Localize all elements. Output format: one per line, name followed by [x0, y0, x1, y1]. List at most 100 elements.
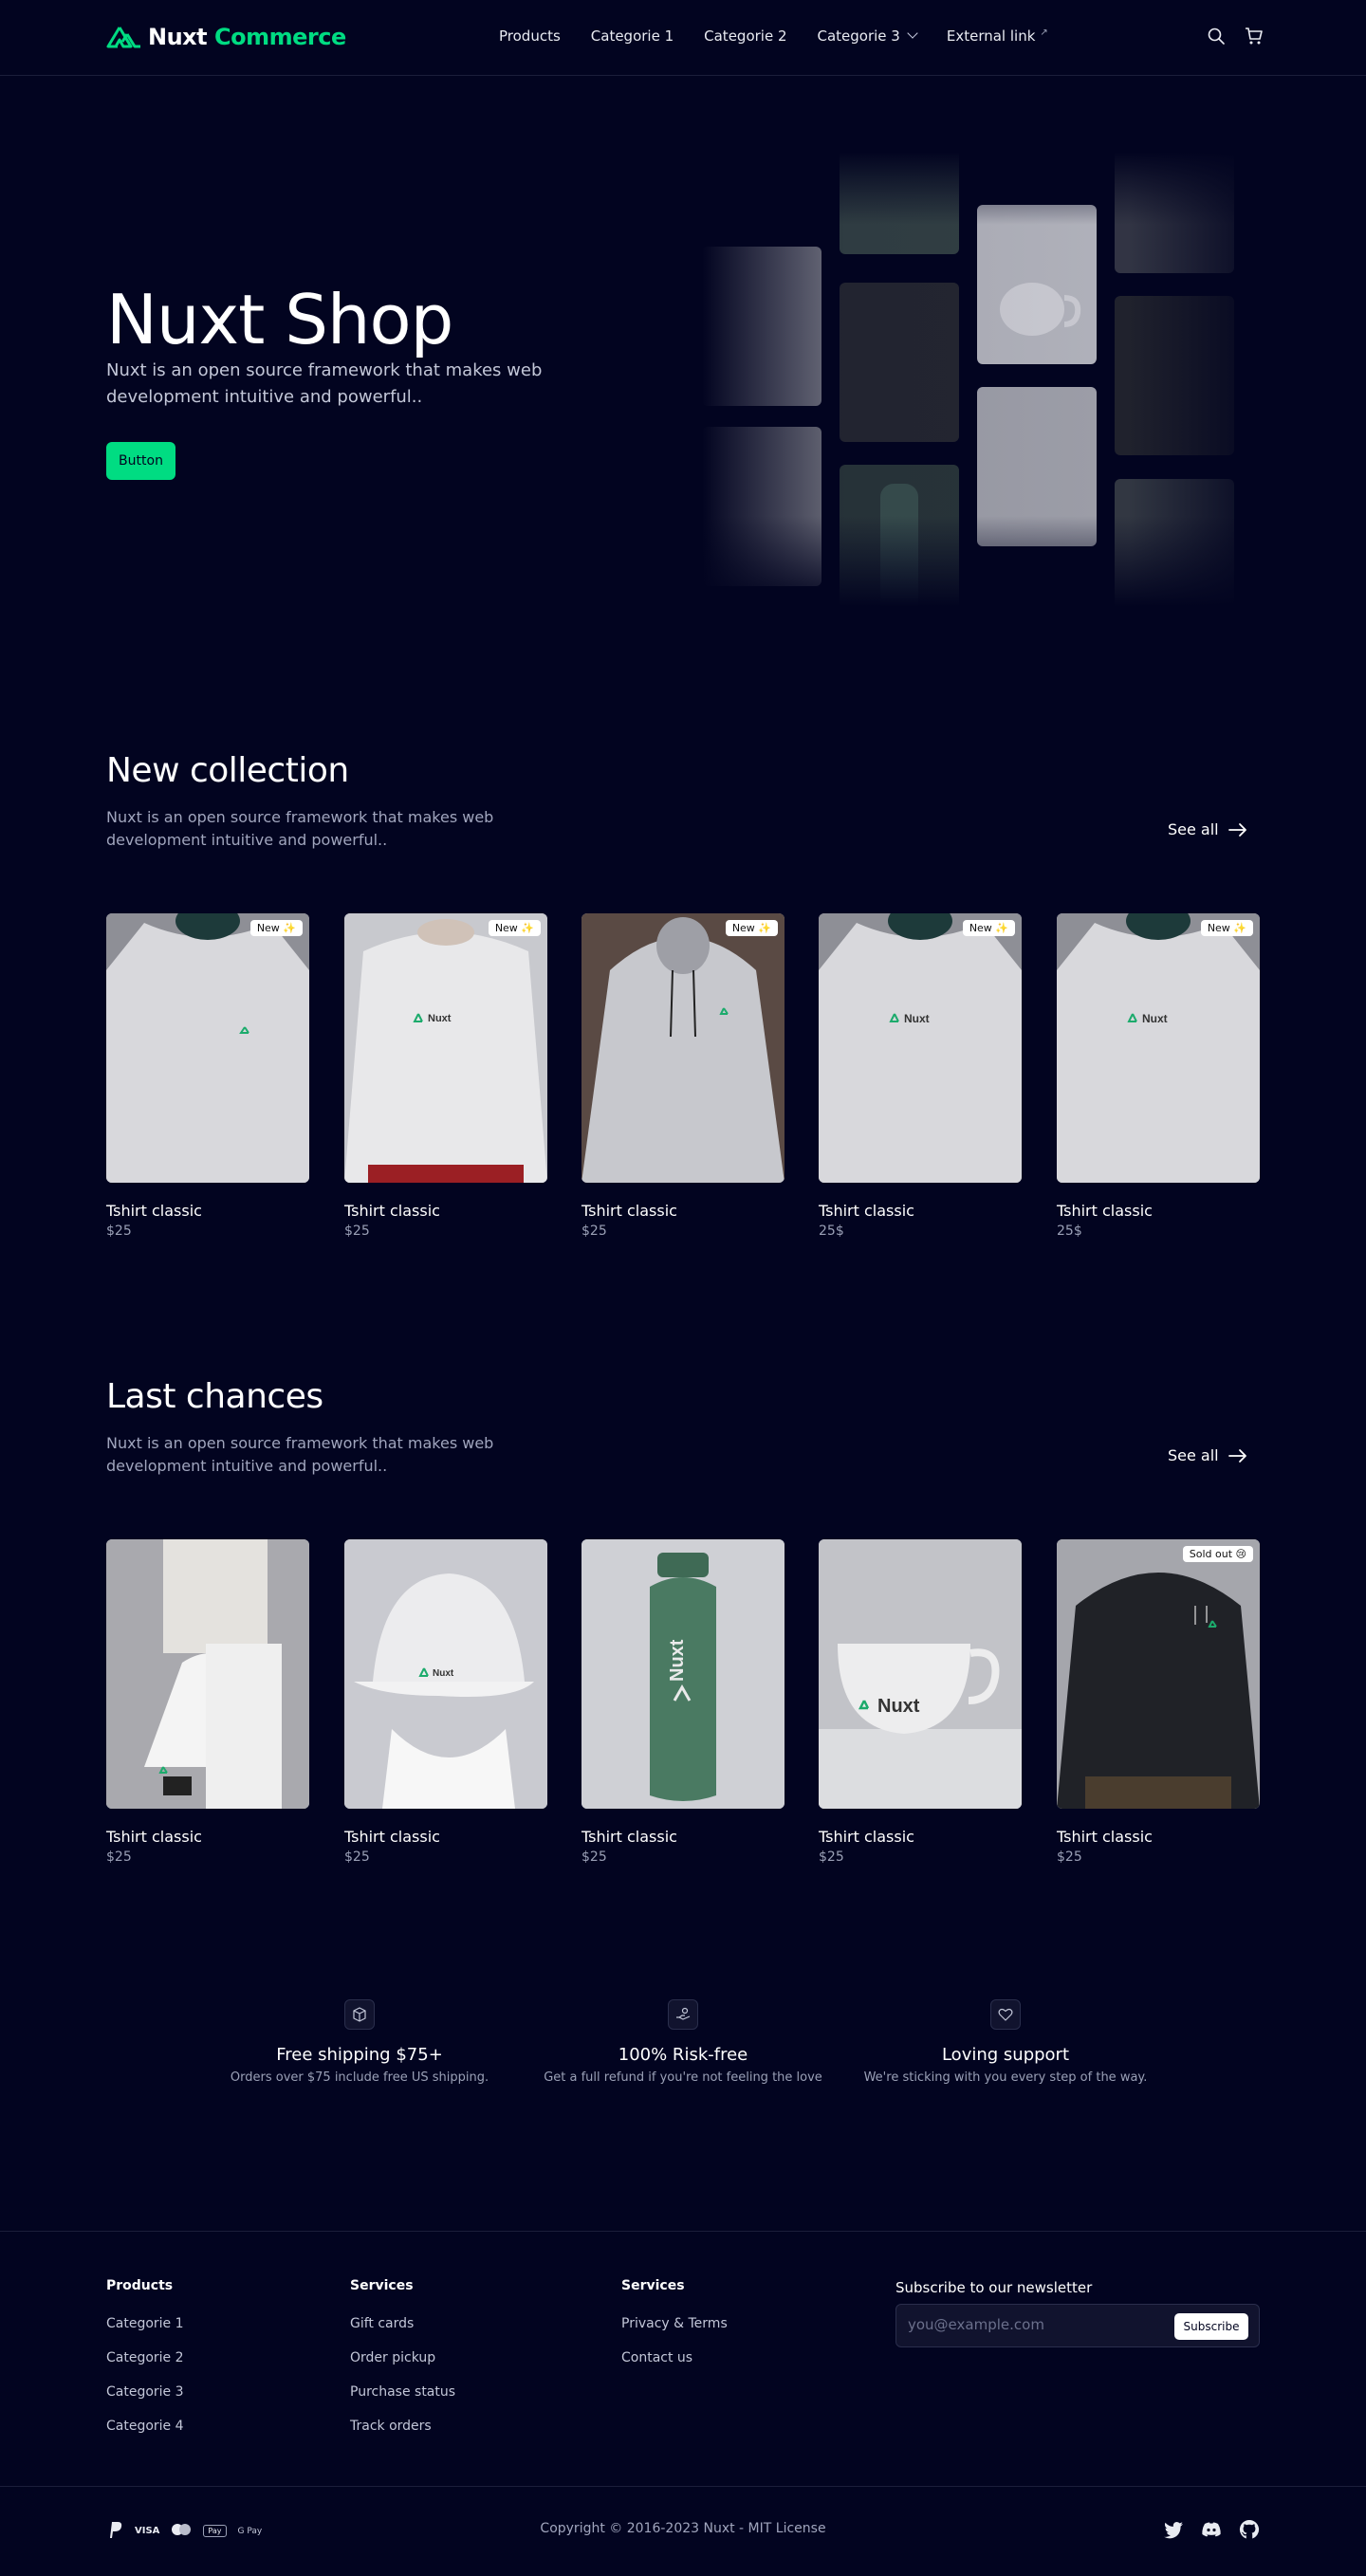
product-image: Nuxt New ✨ [819, 913, 1022, 1183]
header-actions [1207, 27, 1264, 46]
product-price: $25 [1057, 1849, 1082, 1865]
product-price: 25$ [1057, 1224, 1082, 1239]
product-name: Tshirt classic [581, 1202, 677, 1220]
feature-free-shipping: Free shipping $75+ Orders over $75 inclu… [208, 1999, 511, 2085]
product-image: Nuxt New ✨ [344, 913, 547, 1183]
feature-title: 100% Risk-free [618, 2045, 748, 2065]
product-card[interactable]: Sold out 😢 Tshirt classic $25 [1057, 1539, 1260, 1865]
brand-name-part2: Commerce [213, 24, 346, 50]
product-image: Nuxt [819, 1539, 1022, 1809]
last-chances-description: Nuxt is an open source framework that ma… [106, 1434, 494, 1475]
product-name: Tshirt classic [344, 1202, 440, 1220]
new-badge: New ✨ [1200, 920, 1253, 936]
footer-link[interactable]: Privacy & Terms [621, 2316, 728, 2331]
footer-column-heading: Products [106, 2278, 174, 2293]
newsletter-heading: Subscribe to our newsletter [895, 2279, 1093, 2296]
arrow-right-icon [1228, 1448, 1246, 1463]
nav-label: Categorie 1 [590, 28, 674, 45]
footer-column-services: Services Gift cards Order pickup Purchas… [350, 2278, 455, 2434]
new-badge: New ✨ [725, 920, 778, 936]
footer-link[interactable]: Gift cards [350, 2316, 455, 2331]
heart-icon [990, 1999, 1021, 2030]
footer-link[interactable]: Categorie 4 [106, 2419, 184, 2434]
product-image: New ✨ [106, 913, 309, 1183]
product-image [106, 1539, 309, 1809]
nav-external-link[interactable]: External link ↗ [946, 27, 1048, 46]
twitter-icon[interactable] [1163, 2519, 1184, 2540]
product-price: $25 [344, 1224, 370, 1239]
product-card[interactable]: Nuxt Tshirt classic $25 [819, 1539, 1022, 1865]
svg-text:Nuxt: Nuxt [904, 1012, 930, 1025]
product-card[interactable]: Nuxt New ✨ Tshirt classic 25$ [819, 913, 1022, 1239]
svg-text:Nuxt: Nuxt [428, 1013, 452, 1024]
product-card[interactable]: New ✨ Tshirt classic $25 [581, 913, 785, 1239]
footer-link[interactable]: Contact us [621, 2350, 728, 2365]
footer-link[interactable]: Purchase status [350, 2384, 455, 2400]
hero-product-mosaic [702, 152, 1271, 607]
product-price: $25 [344, 1849, 370, 1865]
chevron-down-icon [907, 28, 918, 39]
nav-label: External link [946, 28, 1036, 45]
nav-categorie-3[interactable]: Categorie 3 [818, 28, 918, 45]
discord-icon[interactable] [1201, 2519, 1222, 2540]
newsletter: Subscribe to our newsletter Subscribe [895, 2279, 1260, 2347]
main-nav: Products Categorie 1 Categorie 2 Categor… [499, 27, 1048, 46]
feature-risk-free: 100% Risk-free Get a full refund if you'… [531, 1999, 835, 2085]
footer-link[interactable]: Categorie 2 [106, 2350, 184, 2365]
feature-description: Orders over $75 include free US shipping… [230, 2070, 489, 2085]
product-name: Tshirt classic [106, 1828, 202, 1846]
nav-categorie-2[interactable]: Categorie 2 [704, 28, 786, 45]
product-card[interactable]: Tshirt classic $25 [106, 1539, 309, 1865]
new-collection-description: Nuxt is an open source framework that ma… [106, 808, 494, 849]
footer-link[interactable]: Categorie 3 [106, 2384, 184, 2400]
newsletter-email-input[interactable] [908, 2316, 1164, 2333]
product-card[interactable]: Nuxt New ✨ Tshirt classic 25$ [1057, 913, 1260, 1239]
site-header: Nuxt Commerce Products Categorie 1 Categ… [0, 0, 1366, 76]
new-collection-see-all-link[interactable]: See all [1168, 820, 1247, 838]
new-collection-title: New collection [106, 751, 349, 790]
github-icon[interactable] [1239, 2519, 1260, 2540]
brand-name: Nuxt Commerce [148, 24, 346, 50]
logo[interactable]: Nuxt Commerce [106, 24, 346, 50]
hand-coins-icon [668, 1999, 698, 2030]
footer-column-heading: Services [621, 2278, 685, 2293]
product-card[interactable]: Nuxt New ✨ Tshirt classic $25 [344, 913, 547, 1239]
footer-column-products: Products Categorie 1 Categorie 2 Categor… [106, 2278, 184, 2434]
subscribe-button[interactable]: Subscribe [1174, 2313, 1248, 2340]
product-name: Tshirt classic [581, 1828, 677, 1846]
last-chances-title: Last chances [106, 1377, 323, 1416]
product-card[interactable]: New ✨ Tshirt classic $25 [106, 913, 309, 1239]
hero-button[interactable]: Button [106, 442, 175, 480]
product-card[interactable]: Nuxt Tshirt classic $25 [581, 1539, 785, 1865]
footer-column-heading: Services [350, 2278, 414, 2293]
footer-link[interactable]: Categorie 1 [106, 2316, 184, 2331]
feature-title: Free shipping $75+ [276, 2045, 443, 2065]
svg-text:Nuxt: Nuxt [877, 1696, 920, 1717]
cart-icon[interactable] [1245, 27, 1264, 46]
product-image: Sold out 😢 [1057, 1539, 1260, 1809]
svg-text:Nuxt: Nuxt [1142, 1012, 1168, 1025]
see-all-label: See all [1168, 820, 1219, 838]
nav-products[interactable]: Products [499, 28, 561, 45]
product-image: New ✨ [581, 913, 785, 1183]
last-chances-see-all-link[interactable]: See all [1168, 1446, 1247, 1464]
hero-description: Nuxt is an open source framework that ma… [106, 360, 543, 407]
social-links [1163, 2519, 1260, 2540]
product-price: 25$ [819, 1224, 844, 1239]
see-all-label: See all [1168, 1446, 1219, 1464]
product-card[interactable]: Nuxt Tshirt classic $25 [344, 1539, 547, 1865]
feature-title: Loving support [941, 2045, 1070, 2065]
svg-text:Nuxt: Nuxt [667, 1639, 688, 1682]
footer-link[interactable]: Track orders [350, 2419, 455, 2434]
product-image: Nuxt New ✨ [1057, 913, 1260, 1183]
sold-out-badge: Sold out 😢 [1182, 1546, 1253, 1562]
search-icon[interactable] [1207, 27, 1226, 46]
nav-categorie-1[interactable]: Categorie 1 [591, 28, 674, 45]
product-image: Nuxt [344, 1539, 547, 1809]
external-link-icon: ↗ [1040, 27, 1048, 38]
product-price: $25 [581, 1224, 607, 1239]
product-name: Tshirt classic [1057, 1202, 1153, 1220]
new-badge: New ✨ [249, 920, 303, 936]
footer-link[interactable]: Order pickup [350, 2350, 455, 2365]
product-name: Tshirt classic [344, 1828, 440, 1846]
